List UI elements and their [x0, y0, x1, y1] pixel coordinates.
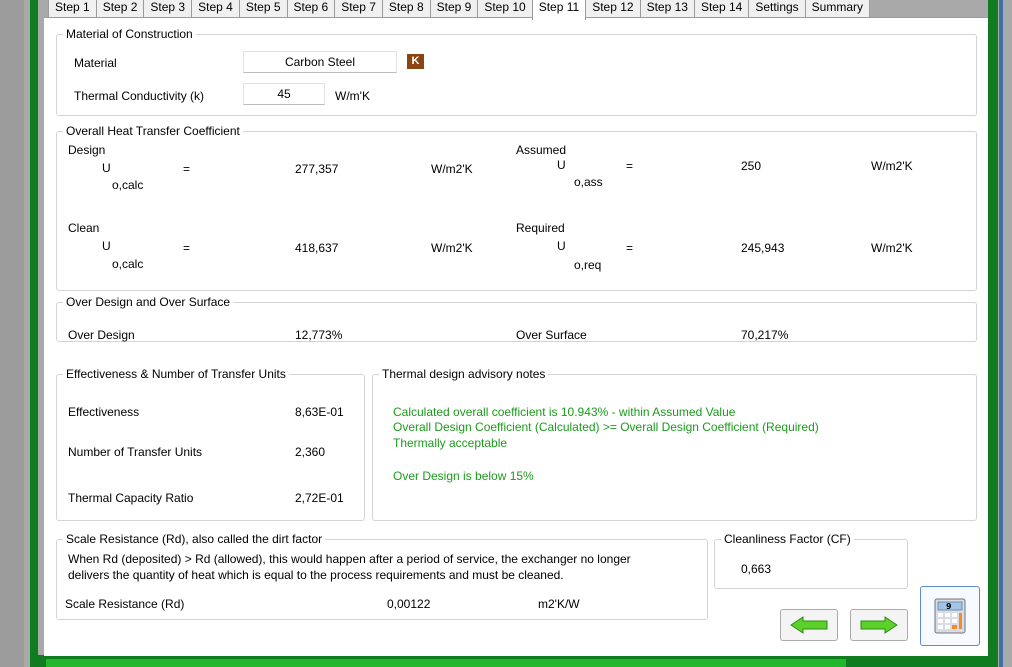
clean-u-unit: W/m2'K	[431, 241, 473, 255]
tab-settings[interactable]: Settings	[748, 0, 806, 18]
step-tabs: Step 1 Step 2 Step 3 Step 4 Step 5 Step …	[48, 0, 871, 20]
effectiveness-label: Effectiveness	[68, 405, 140, 419]
right-arrow-icon	[860, 616, 898, 634]
u-group-title: Overall Heat Transfer Coefficient	[63, 124, 243, 138]
conductivity-label: Thermal Conductivity (k)	[74, 89, 205, 103]
window-edge-right	[999, 0, 1003, 667]
tab-step-1[interactable]: Step 1	[48, 0, 97, 18]
clean-equals: =	[183, 241, 191, 255]
required-label: Required	[516, 221, 565, 235]
tab-step-4[interactable]: Step 4	[191, 0, 240, 18]
material-field[interactable]: Carbon Steel	[243, 51, 397, 73]
over-design-value: 12,773%	[295, 328, 343, 342]
back-button[interactable]	[780, 609, 838, 641]
design-u-subscript: o,calc	[112, 178, 144, 192]
design-u-symbol: U	[102, 161, 111, 175]
scale-group-title: Scale Resistance (Rd), also called the d…	[63, 532, 326, 546]
required-equals: =	[626, 241, 634, 255]
next-button[interactable]	[850, 609, 908, 641]
required-u-subscript: o,req	[574, 258, 602, 272]
window-frame-left	[0, 0, 24, 667]
assumed-u-symbol: U	[557, 158, 566, 172]
u-coefficient-group: Overall Heat Transfer Coefficient Design…	[56, 124, 977, 291]
tab-step-6[interactable]: Step 6	[286, 0, 336, 18]
step-11-panel: Material of Construction Material Carbon…	[44, 17, 988, 656]
tab-step-14[interactable]: Step 14	[693, 0, 750, 18]
conductivity-field[interactable]: 45	[243, 83, 325, 105]
over-design-label: Over Design	[68, 328, 135, 342]
clean-u-symbol: U	[102, 239, 111, 253]
required-u-value: 245,943	[741, 241, 785, 255]
ntu-group: Effectiveness & Number of Transfer Units…	[56, 367, 365, 521]
capacity-ratio-label: Thermal Capacity Ratio	[68, 491, 194, 505]
note-line-2: Overall Design Coefficient (Calculated) …	[393, 420, 819, 434]
cleanliness-group-title: Cleanliness Factor (CF)	[721, 532, 854, 546]
tab-step-8[interactable]: Step 8	[381, 0, 431, 18]
svg-text:9: 9	[946, 602, 952, 611]
clean-u-value: 418,637	[295, 241, 339, 255]
tab-step-13[interactable]: Step 13	[639, 0, 695, 18]
ntu-group-title: Effectiveness & Number of Transfer Units	[63, 367, 289, 381]
tab-summary[interactable]: Summary	[804, 0, 871, 18]
capacity-ratio-value: 2,72E-01	[295, 491, 344, 505]
design-u-unit: W/m2'K	[431, 162, 473, 176]
over-surface-label: Over Surface	[516, 328, 587, 342]
assumed-u-value: 250	[741, 159, 762, 173]
design-equals: =	[183, 162, 191, 176]
clean-label: Clean	[68, 221, 100, 235]
material-group-title: Material of Construction	[63, 27, 196, 41]
required-u-symbol: U	[557, 239, 566, 253]
window-border-left	[30, 0, 38, 667]
tab-step-7[interactable]: Step 7	[334, 0, 383, 18]
over-design-group: Over Design and Over Surface Over Design…	[56, 295, 977, 342]
tab-step-2[interactable]: Step 2	[95, 0, 145, 18]
tab-step-11[interactable]: Step 11	[531, 0, 587, 20]
tab-step-3[interactable]: Step 3	[143, 0, 193, 18]
required-u-unit: W/m2'K	[871, 241, 913, 255]
ntu-value: 2,360	[295, 445, 326, 459]
over-group-title: Over Design and Over Surface	[63, 295, 234, 309]
scale-resistance-value: 0,00122	[387, 597, 431, 611]
tab-step-12[interactable]: Step 12	[585, 0, 641, 18]
design-u-value: 277,357	[295, 162, 339, 176]
note-line-3: Thermally acceptable	[393, 436, 508, 450]
design-label: Design	[68, 143, 106, 157]
tab-step-10[interactable]: Step 10	[477, 0, 533, 18]
conductivity-unit: W/m'K	[335, 89, 370, 103]
k-icon[interactable]: K	[407, 54, 424, 69]
calculate-button[interactable]: 9	[920, 586, 980, 646]
assumed-label: Assumed	[516, 143, 567, 157]
ntu-label: Number of Transfer Units	[68, 445, 203, 459]
scale-resistance-group: Scale Resistance (Rd), also called the d…	[56, 532, 708, 620]
left-arrow-icon	[790, 616, 828, 634]
note-line-4: Over Design is below 15%	[393, 469, 534, 483]
scale-description-line-1: When Rd (deposited) > Rd (allowed), this…	[68, 552, 631, 566]
cleanliness-factor-value: 0,663	[741, 562, 772, 576]
calculator-icon: 9	[934, 598, 966, 634]
clean-u-subscript: o,calc	[112, 257, 144, 271]
tab-step-9[interactable]: Step 9	[429, 0, 479, 18]
scale-description-line-2: delivers the quantity of heat which is e…	[68, 568, 564, 582]
tab-step-5[interactable]: Step 5	[238, 0, 288, 18]
note-line-1: Calculated overall coefficient is 10.943…	[393, 405, 736, 419]
over-surface-value: 70,217%	[741, 328, 789, 342]
window-border-right	[988, 0, 998, 667]
cleanliness-factor-group: Cleanliness Factor (CF) 0,663	[714, 532, 908, 589]
notes-group-title: Thermal design advisory notes	[379, 367, 549, 381]
assumed-u-subscript: o,ass	[574, 175, 603, 189]
progress-bar-fill	[46, 659, 846, 667]
material-group: Material of Construction Material Carbon…	[56, 27, 977, 116]
material-label: Material	[74, 56, 117, 70]
scale-resistance-label: Scale Resistance (Rd)	[65, 597, 185, 611]
assumed-u-unit: W/m2'K	[871, 159, 913, 173]
advisory-notes-group: Thermal design advisory notes Calculated…	[372, 367, 977, 521]
effectiveness-value: 8,63E-01	[295, 405, 344, 419]
assumed-equals: =	[626, 159, 634, 173]
scale-resistance-unit: m2'K/W	[538, 597, 580, 611]
